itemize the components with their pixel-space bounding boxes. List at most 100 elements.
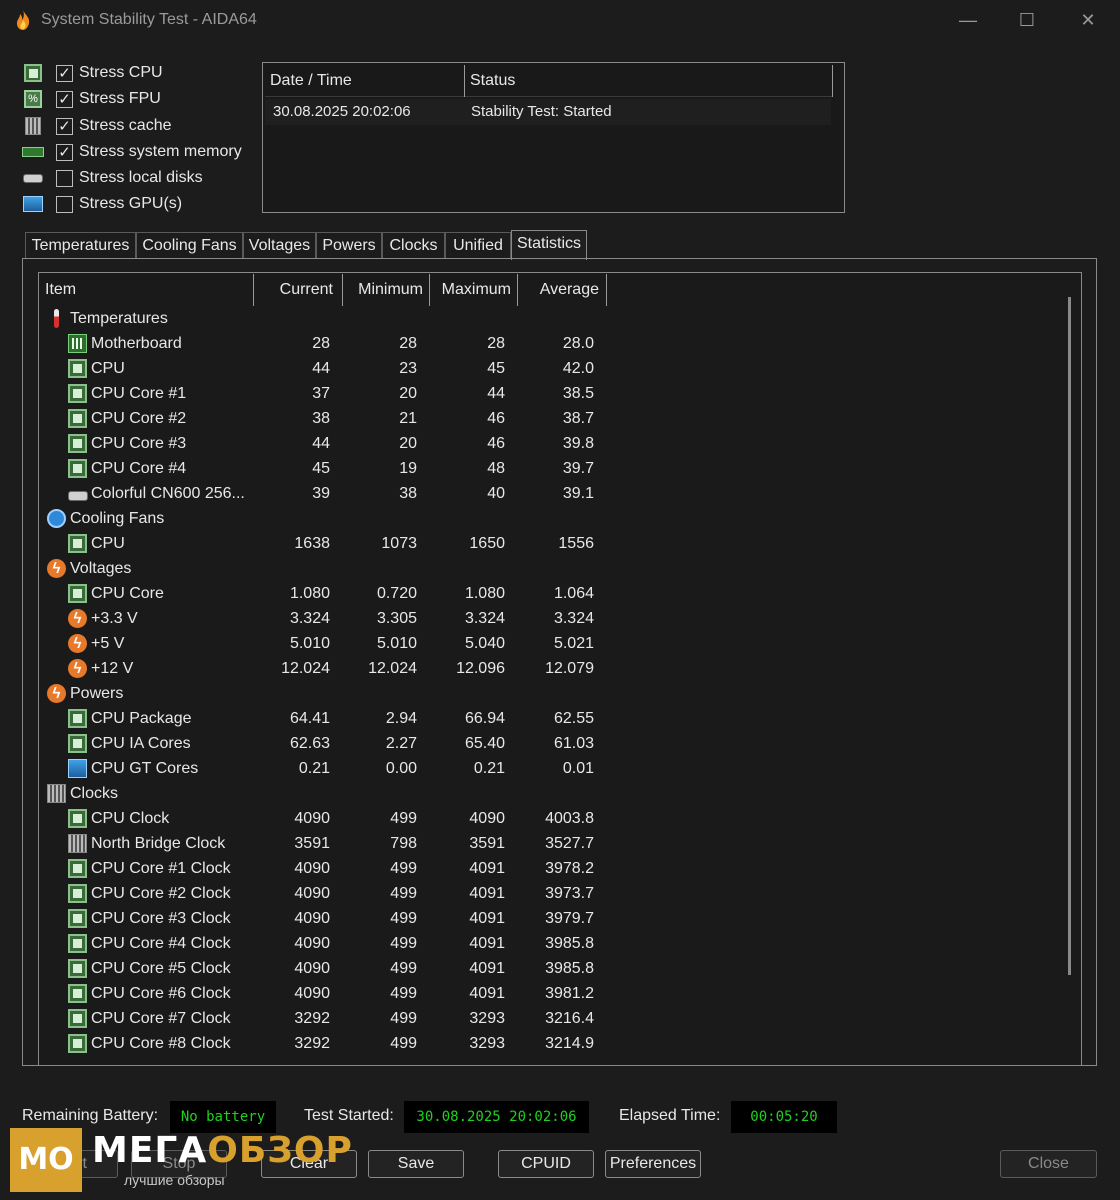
- log-row[interactable]: 30.08.2025 20:02:06 Stability Test: Star…: [265, 99, 831, 125]
- table-row[interactable]: CPU Core #2 Clock 4090 499 4091 3973.7: [39, 881, 1059, 906]
- save-button[interactable]: Save: [368, 1150, 464, 1178]
- cell-average: 1.064: [553, 585, 594, 602]
- table-row[interactable]: CPU Core #5 Clock 4090 499 4091 3985.8: [39, 956, 1059, 981]
- stress-disks-checkbox[interactable]: [56, 169, 73, 187]
- event-log-table[interactable]: Date / Time Status 30.08.2025 20:02:06 S…: [262, 62, 845, 213]
- table-row[interactable]: CPU GT Cores 0.21 0.00 0.21 0.01: [39, 756, 1059, 781]
- table-row[interactable]: CPU Core #3 44 20 46 39.8: [39, 431, 1059, 456]
- table-row[interactable]: CPU 44 23 45 42.0: [39, 356, 1059, 381]
- table-row[interactable]: CPU Core #4 Clock 4090 499 4091 3985.8: [39, 931, 1059, 956]
- cell-average: 61.03: [553, 735, 594, 752]
- cell-maximum: 4091: [469, 935, 505, 952]
- vertical-scrollbar[interactable]: [1068, 297, 1071, 975]
- stress-gpu-checkbox[interactable]: [56, 195, 73, 213]
- header-minimum[interactable]: Minimum: [343, 274, 430, 306]
- cpu-chip-icon: [68, 459, 87, 478]
- test-started-label: Test Started:: [304, 1107, 394, 1124]
- table-row[interactable]: CPU Core #1 37 20 44 38.5: [39, 381, 1059, 406]
- cell-maximum: 48: [487, 460, 505, 477]
- table-row[interactable]: CPU Core 1.080 0.720 1.080 1.064: [39, 581, 1059, 606]
- header-maximum[interactable]: Maximum: [430, 274, 518, 306]
- cell-average: 5.021: [553, 635, 594, 652]
- stress-fpu-option[interactable]: % Stress FPU: [22, 87, 252, 111]
- tab-unified[interactable]: Unified: [445, 232, 511, 259]
- cell-current: 3.324: [289, 610, 330, 627]
- table-row[interactable]: +3.3 V 3.324 3.305 3.324 3.324: [39, 606, 1059, 631]
- preferences-button[interactable]: Preferences: [605, 1150, 701, 1178]
- table-row[interactable]: CPU Core #1 Clock 4090 499 4091 3978.2: [39, 856, 1059, 881]
- group-row[interactable]: Temperatures: [39, 306, 1059, 331]
- log-row-datetime: 30.08.2025 20:02:06: [273, 103, 411, 120]
- stress-cache-checkbox[interactable]: [56, 117, 73, 135]
- cell-minimum: 0.720: [376, 585, 417, 602]
- cell-maximum: 46: [487, 435, 505, 452]
- group-row[interactable]: Voltages: [39, 556, 1059, 581]
- memory-module-icon: [47, 784, 66, 803]
- stress-fpu-checkbox[interactable]: [56, 90, 73, 108]
- maximize-button[interactable]: ☐: [1014, 8, 1040, 32]
- row-name: CPU Core #2 Clock: [91, 885, 231, 902]
- group-row[interactable]: Powers: [39, 681, 1059, 706]
- row-name: CPU Core #6 Clock: [91, 985, 231, 1002]
- table-row[interactable]: CPU Core #2 38 21 46 38.7: [39, 406, 1059, 431]
- title-bar[interactable]: System Stability Test - AIDA64 — ☐ ✕: [0, 0, 1120, 40]
- table-row[interactable]: CPU Core #6 Clock 4090 499 4091 3981.2: [39, 981, 1059, 1006]
- table-row[interactable]: CPU Package 64.41 2.94 66.94 62.55: [39, 706, 1059, 731]
- table-row[interactable]: CPU Clock 4090 499 4090 4003.8: [39, 806, 1059, 831]
- group-row[interactable]: Clocks: [39, 781, 1059, 806]
- close-button[interactable]: Close: [1000, 1150, 1097, 1178]
- header-current[interactable]: Current: [254, 274, 343, 306]
- table-row[interactable]: CPU Core #4 45 19 48 39.7: [39, 456, 1059, 481]
- table-row[interactable]: +5 V 5.010 5.010 5.040 5.021: [39, 631, 1059, 656]
- minimize-button[interactable]: —: [955, 8, 981, 32]
- stress-fpu-label: Stress FPU: [79, 90, 161, 107]
- stress-cpu-checkbox[interactable]: [56, 64, 73, 82]
- table-row[interactable]: Colorful CN600 256... 39 38 40 39.1: [39, 481, 1059, 506]
- stress-cache-option[interactable]: Stress cache: [22, 114, 252, 138]
- statistics-grid[interactable]: Item Current Minimum Maximum Average Tem…: [38, 272, 1082, 1066]
- tab-cooling-fans[interactable]: Cooling Fans: [136, 232, 243, 259]
- row-name: CPU Core #3: [91, 435, 187, 452]
- cell-average: 12.079: [545, 660, 594, 677]
- table-row[interactable]: North Bridge Clock 3591 798 3591 3527.7: [39, 831, 1059, 856]
- cell-maximum: 12.096: [456, 660, 505, 677]
- stress-memory-checkbox[interactable]: [56, 143, 73, 161]
- row-name: CPU Core #4 Clock: [91, 935, 231, 952]
- table-row[interactable]: CPU IA Cores 62.63 2.27 65.40 61.03: [39, 731, 1059, 756]
- cell-maximum: 4091: [469, 860, 505, 877]
- tab-statistics[interactable]: Statistics: [511, 230, 587, 260]
- cache-memory-icon: [22, 116, 44, 136]
- cell-current: 38: [312, 410, 330, 427]
- table-row[interactable]: Motherboard 28 28 28 28.0: [39, 331, 1059, 356]
- tab-temperatures[interactable]: Temperatures: [25, 232, 136, 259]
- stress-disks-option[interactable]: Stress local disks: [22, 166, 252, 190]
- stress-cpu-option[interactable]: Stress CPU: [22, 61, 252, 85]
- table-row[interactable]: +12 V 12.024 12.024 12.096 12.079: [39, 656, 1059, 681]
- table-row[interactable]: CPU Core #3 Clock 4090 499 4091 3979.7: [39, 906, 1059, 931]
- tab-powers[interactable]: Powers: [316, 232, 382, 259]
- group-row[interactable]: Cooling Fans: [39, 506, 1059, 531]
- stress-gpu-option[interactable]: Stress GPU(s): [22, 192, 252, 216]
- tab-voltages[interactable]: Voltages: [243, 232, 316, 259]
- grid-body: Temperatures Motherboard 28 28 28 28.0 CPU 44 23…: [39, 306, 1059, 1056]
- table-row[interactable]: CPU Core #8 Clock 3292 499 3293 3214.9: [39, 1031, 1059, 1056]
- cpuid-button[interactable]: CPUID: [498, 1150, 594, 1178]
- log-header-status[interactable]: Status: [465, 65, 833, 97]
- cell-maximum: 4090: [469, 810, 505, 827]
- cell-current: 5.010: [289, 635, 330, 652]
- row-name: Cooling Fans: [70, 510, 165, 527]
- cell-maximum: 5.040: [464, 635, 505, 652]
- header-average[interactable]: Average: [518, 274, 607, 306]
- table-row[interactable]: CPU 1638 1073 1650 1556: [39, 531, 1059, 556]
- cell-current: 3292: [294, 1010, 330, 1027]
- table-row[interactable]: CPU Core #7 Clock 3292 499 3293 3216.4: [39, 1006, 1059, 1031]
- log-header-datetime[interactable]: Date / Time: [265, 65, 465, 97]
- close-window-button[interactable]: ✕: [1075, 8, 1101, 32]
- stress-memory-option[interactable]: Stress system memory: [22, 140, 252, 164]
- tab-clocks[interactable]: Clocks: [382, 232, 445, 259]
- header-item[interactable]: Item: [39, 274, 254, 306]
- aida64-flame-icon: [16, 10, 30, 30]
- cpu-chip-icon: [68, 884, 87, 903]
- stress-cpu-label: Stress CPU: [79, 64, 163, 81]
- lightning-icon: [68, 609, 87, 628]
